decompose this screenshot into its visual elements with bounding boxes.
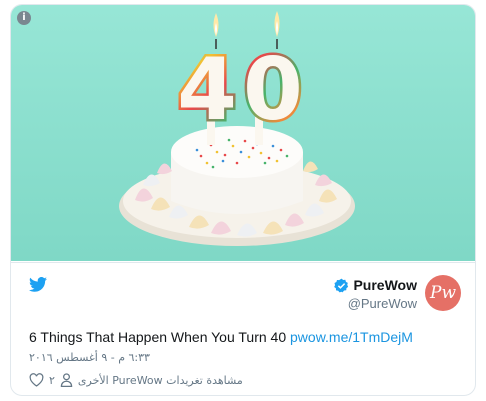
embedded-tweet-card: 40 i PureWow @PureWow Pw 6 Things That H…: [10, 4, 476, 396]
tweet-media-image[interactable]: 40 i: [11, 5, 475, 261]
birthday-cake-photo: 40: [11, 5, 475, 261]
tweet-text-body: 6 Things That Happen When You Turn 40: [29, 329, 291, 345]
number-40-candles: 40: [177, 40, 309, 140]
tweet-body: PureWow @PureWow Pw 6 Things That Happen…: [11, 262, 475, 395]
person-icon: [60, 373, 73, 387]
verified-badge-icon: [334, 278, 349, 292]
twitter-bird-icon[interactable]: [29, 277, 47, 292]
author-block[interactable]: PureWow @PureWow: [334, 277, 417, 311]
info-icon[interactable]: i: [17, 11, 31, 25]
like-count[interactable]: ٢: [49, 374, 55, 387]
tweet-text: 6 Things That Happen When You Turn 40 pw…: [29, 329, 413, 345]
heart-icon[interactable]: [29, 373, 44, 387]
author-display-name[interactable]: PureWow: [353, 277, 417, 293]
tweet-timestamp[interactable]: ٦:٣٣ م - ٩ أغسطس ٢٠١٦: [29, 351, 150, 364]
author-name-row: PureWow: [334, 277, 417, 293]
author-handle[interactable]: @PureWow: [334, 296, 417, 311]
tweet-actions: ٢ مشاهدة تغريدات PureWow الأخرى: [29, 373, 243, 387]
view-other-tweets-link[interactable]: مشاهدة تغريدات PureWow الأخرى: [78, 374, 243, 387]
avatar[interactable]: Pw: [425, 275, 461, 311]
tweet-link[interactable]: pwow.me/1TmDejM: [290, 329, 413, 345]
